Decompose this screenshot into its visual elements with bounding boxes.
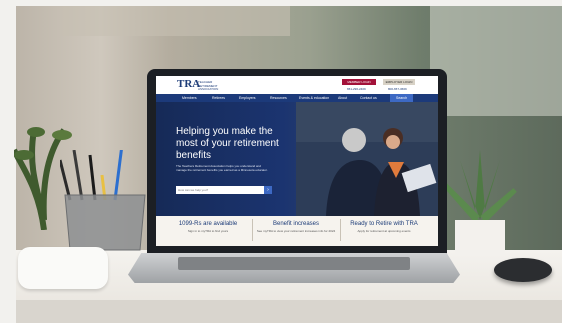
computer-mouse <box>494 258 552 282</box>
nav-resources[interactable]: Resources <box>270 95 287 101</box>
main-navigation: Members Retirees Employers Resources Eve… <box>156 94 438 102</box>
nav-retirees[interactable]: Retirees <box>212 95 225 101</box>
succulent-plant-icon <box>443 150 517 256</box>
card-divider <box>252 219 253 241</box>
hero-title: Helping you make the most of your retire… <box>176 126 279 161</box>
card-title: 1099-Rs are available <box>178 221 238 227</box>
pencil-cup-icon <box>60 150 146 251</box>
hero-photo-two-women-icon <box>296 102 438 216</box>
site-search-input[interactable] <box>176 186 264 194</box>
nav-about[interactable]: About <box>338 95 347 101</box>
card-ready-to-retire[interactable]: Ready to Retire with TRA Apply for retir… <box>344 221 424 233</box>
site-logo[interactable]: TRA <box>177 78 200 90</box>
card-subtitle: Sign in to myTRA to find yours <box>187 229 229 233</box>
card-benefit-increases[interactable]: Benefit increases See myTRA to view your… <box>256 221 336 233</box>
nav-employers[interactable]: Employers <box>239 95 256 101</box>
employer-login-button[interactable]: EMPLOYER LOGIN <box>383 79 415 85</box>
nav-members[interactable]: Members <box>182 95 197 101</box>
phone-number-tollfree: 800-657-3669 <box>388 87 407 91</box>
card-title: Ready to Retire with TRA <box>350 221 418 227</box>
feature-cards: 1099-Rs are available Sign in to myTRA t… <box>156 216 438 246</box>
card-subtitle: See myTRA to view your retirement increa… <box>256 229 336 233</box>
hero-description: The Teachers Retirement Association help… <box>176 164 268 172</box>
site-header: TRA TEACHER RETIREMENT ASSOCIATION MEMBE… <box>156 76 438 94</box>
nav-contact[interactable]: Contact us <box>360 95 377 101</box>
nav-search[interactable]: Search <box>390 94 414 102</box>
logo-tagline: TEACHER RETIREMENT ASSOCIATION <box>198 80 219 91</box>
card-divider <box>340 219 341 241</box>
laptop-screen: TRA TEACHER RETIREMENT ASSOCIATION MEMBE… <box>156 76 438 246</box>
card-title: Benefit increases <box>272 221 320 227</box>
wireless-keyboard <box>18 247 108 289</box>
laptop-keyboard <box>178 257 410 270</box>
card-subtitle: Apply for retirement at upcoming events <box>357 229 411 233</box>
window-light <box>430 6 562 116</box>
photo-background: TRA TEACHER RETIREMENT ASSOCIATION MEMBE… <box>0 0 562 323</box>
desk-edge <box>16 300 562 323</box>
phone-number-local: 651-296-2409 <box>347 87 366 91</box>
card-1099r[interactable]: 1099-Rs are available Sign in to myTRA t… <box>168 221 248 233</box>
nav-events[interactable]: Events & education <box>299 95 329 101</box>
member-login-button[interactable]: MEMBER LOGIN <box>342 79 376 85</box>
site-search-button[interactable]: › <box>264 186 272 194</box>
wall-shelf <box>60 6 290 36</box>
